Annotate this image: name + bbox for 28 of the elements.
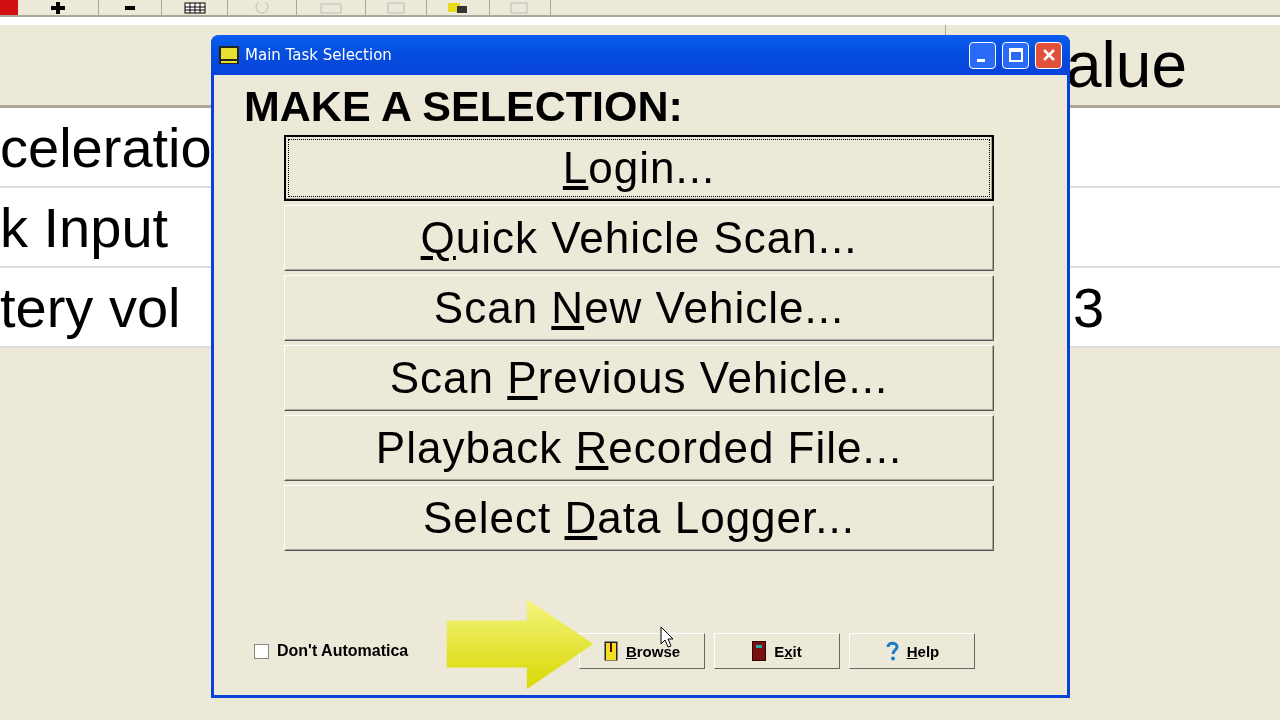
task-button[interactable]: Scan Previous Vehicle... <box>284 345 994 411</box>
door-icon <box>752 641 767 661</box>
question-mark-icon <box>884 641 899 661</box>
task-button[interactable]: Quick Vehicle Scan... <box>284 205 994 271</box>
task-button[interactable]: Scan New Vehicle... <box>284 275 994 341</box>
minimize-button[interactable] <box>969 41 996 69</box>
exit-button[interactable]: Exit <box>714 633 840 669</box>
checkbox[interactable] <box>254 643 269 659</box>
maximize-icon <box>1008 48 1023 62</box>
column-header: alue <box>1066 28 1187 102</box>
plus-icon[interactable] <box>51 1 65 14</box>
task-button[interactable]: Login... <box>284 135 994 201</box>
close-button[interactable] <box>1035 41 1062 69</box>
task-button[interactable]: Playback Recorded File... <box>284 415 994 481</box>
minimize-icon <box>976 58 985 62</box>
grid-icon[interactable] <box>183 1 206 14</box>
help-button[interactable]: Help <box>849 633 975 669</box>
minus-icon[interactable] <box>125 5 135 10</box>
app-icon <box>219 46 239 64</box>
browse-button[interactable]: Browse <box>579 633 705 669</box>
window-title: Main Task Selection <box>245 46 393 64</box>
task-button[interactable]: Select Data Logger... <box>284 485 994 551</box>
maximize-button[interactable] <box>1002 41 1029 69</box>
cursor-icon <box>660 626 674 648</box>
close-icon <box>1041 48 1056 62</box>
door-icon <box>603 641 618 661</box>
checkbox-label: Don't Automatica <box>277 642 410 660</box>
folder-icon[interactable] <box>447 1 469 14</box>
